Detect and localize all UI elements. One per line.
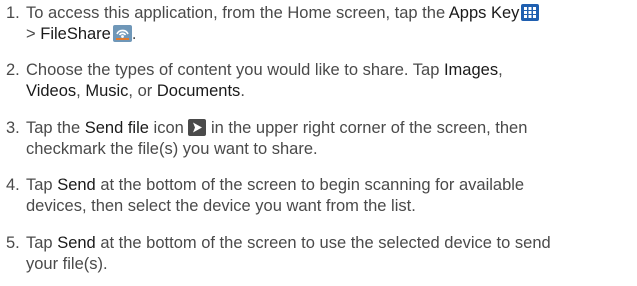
apps-key-label: Apps Key: [448, 4, 520, 22]
instruction-list: 1. To access this application, from the H…: [0, 0, 637, 286]
step-3: 3. Tap the Send file icon in the upper ri…: [6, 118, 634, 160]
step-text: at the bottom of the screen to begin sca…: [95, 176, 525, 194]
step-4-line-2: devices, then select the device you want…: [26, 197, 416, 215]
step-4: 4. Tap Send at the bottom of the screen t…: [6, 175, 634, 217]
step-number: 5.: [6, 234, 20, 252]
step-text: in the upper right corner of the screen,…: [206, 119, 528, 137]
step-number: 4.: [6, 176, 20, 194]
step-text: icon: [148, 119, 189, 137]
step-number: 1.: [6, 4, 20, 22]
step-text: Tap the: [26, 119, 85, 137]
step-1-line-2: > FileShare.: [6, 24, 634, 45]
step-1-line-1: 1. To access this application, from the H…: [6, 3, 634, 24]
step-5-line-1: 5. Tap Send at the bottom of the screen t…: [6, 233, 634, 254]
apps-grid-icon: [521, 4, 540, 21]
fileshare-icon: [112, 25, 132, 42]
fileshare-label: FileShare: [40, 25, 111, 43]
step-5-line-2: your file(s).: [26, 255, 108, 273]
step-text: Tap: [26, 176, 58, 194]
step-text: ,: [498, 61, 503, 79]
step-2-line-1: 2. Choose the types of content you would …: [6, 60, 634, 81]
step-3-line-2: checkmark the file(s) you want to share.: [26, 140, 318, 158]
send-label: Send: [57, 176, 96, 194]
step-4-line-1: 4. Tap Send at the bottom of the screen t…: [6, 175, 634, 196]
step-text: ,: [76, 82, 86, 100]
videos-label: Videos: [26, 82, 77, 100]
step-text: >: [26, 25, 41, 43]
step-2-line-2: Videos, Music, or Documents.: [6, 81, 634, 102]
step-text: Tap: [26, 234, 58, 252]
step-text: , or: [128, 82, 157, 100]
music-label: Music: [85, 82, 129, 100]
images-label: Images: [443, 61, 499, 79]
send-arrow-icon: [188, 119, 207, 136]
send-file-label: Send file: [84, 119, 149, 137]
step-text: .: [131, 25, 137, 43]
documents-label: Documents: [156, 82, 241, 100]
step-text: To access this application, from the Hom…: [26, 4, 449, 22]
step-text: Choose the types of content you would li…: [26, 61, 444, 79]
step-number: 2.: [6, 61, 20, 79]
send-label: Send: [57, 234, 96, 252]
step-number: 3.: [6, 119, 20, 137]
step-2: 2. Choose the types of content you would …: [6, 60, 634, 102]
step-5: 5. Tap Send at the bottom of the screen t…: [6, 233, 634, 275]
step-1: 1. To access this application, from the H…: [6, 3, 634, 45]
step-text: at the bottom of the screen to use the s…: [95, 234, 551, 252]
step-text: .: [240, 82, 245, 100]
step-3-line-1: 3. Tap the Send file icon in the upper ri…: [6, 118, 634, 139]
